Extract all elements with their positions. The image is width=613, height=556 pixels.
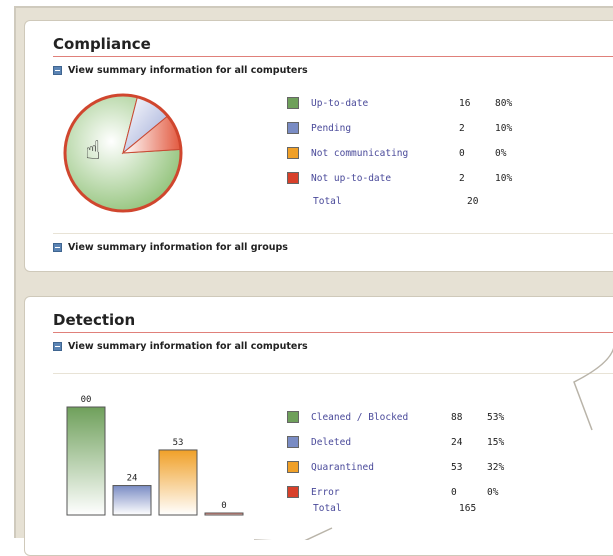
detection-computers-link[interactable]: View summary information for all compute…	[53, 341, 308, 352]
dashboard-frame: Compliance View summary information for …	[14, 6, 613, 556]
bar-value-label: 00	[81, 395, 92, 405]
bar-error[interactable]	[204, 512, 244, 516]
legend-percent: 0%	[495, 147, 507, 159]
legend-row: Up-to-date 16 80%	[287, 95, 512, 111]
legend-count: 16	[459, 97, 471, 109]
legend-percent: 0%	[487, 486, 499, 498]
bar-value-label: 53	[173, 438, 184, 448]
detection-title: Detection	[53, 311, 136, 329]
compliance-pie-chart: ☝	[63, 93, 183, 213]
legend-swatch	[287, 461, 299, 473]
detection-computers-link-label[interactable]: View summary information for all compute…	[68, 341, 308, 352]
divider	[53, 233, 613, 234]
legend-swatch	[287, 436, 299, 448]
detection-bar-chart: 00 24 53 0	[66, 395, 244, 516]
legend-count: 2	[459, 172, 465, 184]
compliance-title: Compliance	[53, 35, 151, 53]
compliance-total-value: 20	[467, 196, 479, 207]
legend-label[interactable]: Deleted	[311, 437, 451, 448]
legend-row: Deleted 24 15%	[287, 434, 504, 450]
compliance-total-label[interactable]: Total	[313, 196, 342, 207]
divider	[53, 373, 613, 374]
detection-panel: Detection View summary information for a…	[24, 296, 613, 556]
compliance-groups-link-label[interactable]: View summary information for all groups	[68, 242, 288, 253]
legend-row: Not up-to-date 2 10%	[287, 170, 512, 186]
bar-deleted[interactable]	[112, 485, 152, 516]
legend-row: Pending 2 10%	[287, 120, 512, 136]
expand-icon[interactable]	[53, 342, 62, 351]
bar-quarantined[interactable]	[158, 449, 198, 516]
legend-label[interactable]: Pending	[311, 123, 459, 134]
detection-total-label[interactable]: Total	[313, 503, 342, 514]
legend-row: Quarantined 53 32%	[287, 459, 504, 475]
legend-swatch	[287, 97, 299, 109]
legend-swatch	[287, 172, 299, 184]
detection-title-rule	[53, 332, 613, 333]
legend-percent: 10%	[495, 122, 513, 134]
legend-count: 0	[451, 486, 457, 498]
detection-total-value: 165	[459, 503, 477, 514]
legend-label[interactable]: Quarantined	[311, 462, 451, 473]
legend-count: 0	[459, 147, 465, 159]
legend-label[interactable]: Up-to-date	[311, 98, 459, 109]
compliance-computers-link[interactable]: View summary information for all compute…	[53, 65, 308, 76]
legend-percent: 32%	[487, 461, 505, 473]
compliance-title-rule	[53, 56, 613, 57]
legend-count: 88	[451, 411, 463, 423]
compliance-groups-link[interactable]: View summary information for all groups	[53, 242, 288, 253]
legend-count: 2	[459, 122, 465, 134]
legend-percent: 53%	[487, 411, 505, 423]
legend-percent: 15%	[487, 436, 505, 448]
legend-swatch	[287, 122, 299, 134]
legend-swatch	[287, 411, 299, 423]
bar-cleaned-blocked[interactable]	[66, 406, 106, 516]
expand-icon[interactable]	[53, 66, 62, 75]
compliance-computers-link-label[interactable]: View summary information for all compute…	[68, 65, 308, 76]
legend-swatch	[287, 147, 299, 159]
legend-label[interactable]: Cleaned / Blocked	[311, 412, 451, 423]
compliance-panel: Compliance View summary information for …	[24, 20, 613, 272]
legend-row: Not communicating 0 0%	[287, 145, 506, 161]
bar-value-label: 24	[127, 474, 138, 484]
legend-count: 53	[451, 461, 463, 473]
hand-cursor-icon: ☝	[85, 136, 101, 166]
bar-value-label: 0	[221, 501, 226, 511]
expand-icon[interactable]	[53, 243, 62, 252]
legend-swatch	[287, 486, 299, 498]
legend-label[interactable]: Error	[311, 487, 451, 498]
legend-label[interactable]: Not communicating	[311, 148, 459, 159]
legend-row: Error 0 0%	[287, 484, 498, 500]
legend-percent: 80%	[495, 97, 513, 109]
legend-percent: 10%	[495, 172, 513, 184]
legend-row: Cleaned / Blocked 88 53%	[287, 409, 504, 425]
legend-label[interactable]: Not up-to-date	[311, 173, 459, 184]
legend-count: 24	[451, 436, 463, 448]
